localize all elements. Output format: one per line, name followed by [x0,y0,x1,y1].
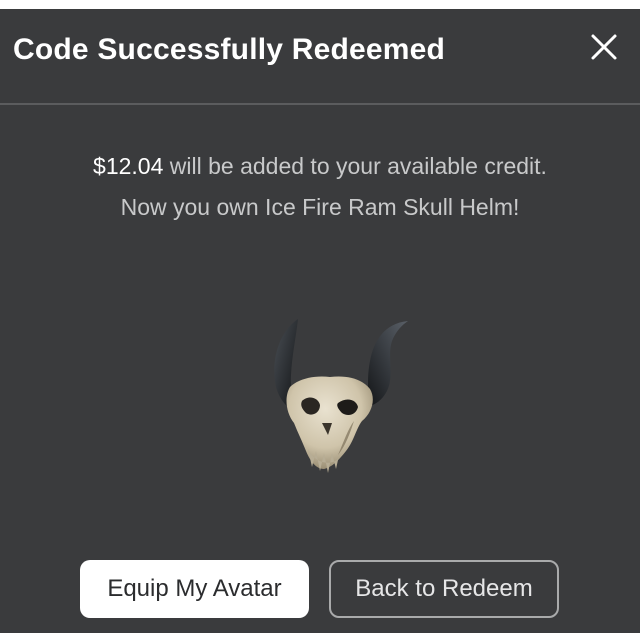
credit-amount: $12.04 [93,153,164,179]
redeem-message: $12.04 will be added to your available c… [0,146,640,228]
ownership-line: Now you own Ice Fire Ram Skull Helm! [120,194,520,220]
modal-header: Code Successfully Redeemed [0,9,640,105]
redeem-success-modal: Code Successfully Redeemed $12.04 will b… [0,9,640,633]
ram-skull-helm-image [258,309,428,489]
modal-title: Code Successfully Redeemed [13,33,446,66]
back-to-redeem-button[interactable]: Back to Redeem [329,560,559,618]
close-button[interactable] [584,27,624,67]
credit-text: will be added to your available credit. [163,153,547,179]
equip-my-avatar-button[interactable]: Equip My Avatar [80,560,309,618]
close-icon [591,34,617,60]
credit-line: $12.04 will be added to your available c… [0,146,640,187]
